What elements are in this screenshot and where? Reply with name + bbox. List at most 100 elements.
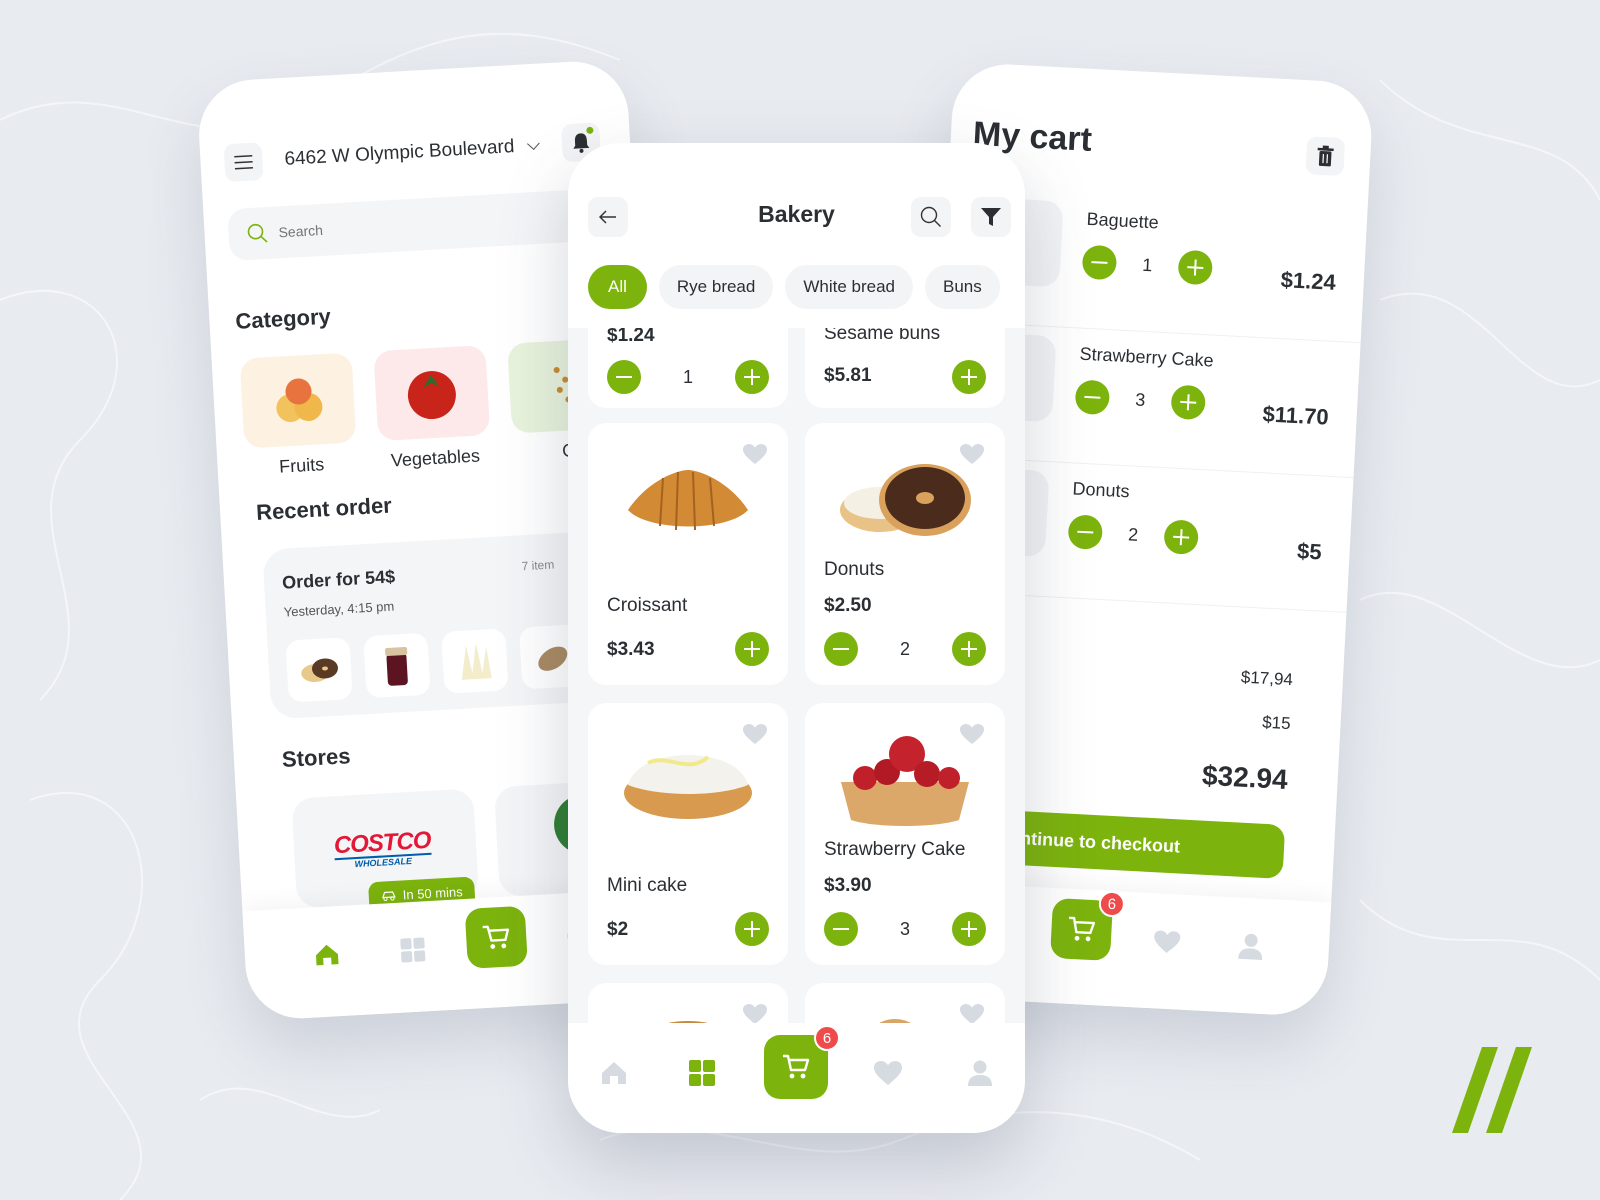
home-icon: [315, 944, 339, 966]
category-fruits[interactable]: [239, 352, 357, 449]
trash-icon: [1317, 145, 1334, 167]
decrease-button[interactable]: [1067, 514, 1104, 550]
tomato-image: [407, 371, 456, 420]
product-card[interactable]: Mini cake $2: [588, 703, 788, 965]
order-item-thumb: [441, 628, 509, 694]
nav-cart[interactable]: 6: [1049, 890, 1126, 962]
order-item-thumb: [285, 637, 353, 703]
quantity-stepper: 2: [1067, 514, 1200, 556]
category-label: Fruits: [278, 454, 325, 477]
chevron-down-icon[interactable]: [527, 136, 540, 150]
increase-button[interactable]: [734, 360, 769, 394]
heart-icon[interactable]: [742, 1003, 768, 1025]
brand-logo: [1452, 1047, 1532, 1133]
increase-button[interactable]: [951, 632, 986, 666]
add-button[interactable]: [952, 360, 986, 394]
product-card[interactable]: Donuts $2.50 2: [805, 423, 1005, 685]
nav-favorites[interactable]: [1146, 921, 1188, 963]
decrease-button[interactable]: [824, 632, 858, 666]
cart-item-name: Baguette: [1086, 208, 1160, 233]
jam-jar-image: [385, 646, 408, 686]
quantity-stepper: 1: [1081, 244, 1214, 286]
donuts-image: [825, 445, 985, 555]
add-button[interactable]: [735, 912, 769, 946]
chip-rye-bread[interactable]: Rye bread: [658, 265, 774, 309]
product-qty: 1: [682, 366, 693, 387]
order-item-count: 7 item: [521, 557, 555, 574]
product-price: $3.90: [824, 875, 872, 896]
product-price: $2.50: [824, 595, 872, 616]
hamburger-icon: [234, 154, 253, 170]
search-button[interactable]: [911, 197, 951, 237]
product-qty: 3: [899, 918, 910, 939]
cart-item-price: $1.24: [1280, 267, 1337, 295]
costco-logo: COSTCO WHOLESALE: [333, 827, 432, 871]
category-title: Category: [234, 303, 332, 334]
home-icon: [602, 1062, 626, 1084]
nav-profile[interactable]: [1230, 925, 1272, 967]
subtotal-value: $17,94: [1240, 667, 1294, 690]
product-card[interactable]: Strawberry Cake $3.90 3: [805, 703, 1005, 965]
store-card-costco[interactable]: COSTCO WHOLESALE In 50 mins: [291, 788, 480, 911]
increase-button[interactable]: [1177, 249, 1214, 286]
delivery-address[interactable]: 6462 W Olympic Boulevard: [284, 136, 515, 171]
clear-cart-button[interactable]: [1305, 136, 1346, 177]
category-chips: All Rye bread White bread Buns: [588, 265, 1000, 309]
heart-icon: [1154, 930, 1181, 953]
nav-favorites[interactable]: [868, 1053, 908, 1093]
menu-button[interactable]: [223, 142, 264, 183]
croissant-image: [608, 445, 768, 555]
nav-profile[interactable]: [960, 1053, 1000, 1093]
cart-item-name: Strawberry Cake: [1079, 343, 1215, 371]
cart-item-price: $5: [1296, 538, 1323, 565]
nav-home[interactable]: [594, 1053, 634, 1093]
cart-count-badge: 6: [1098, 890, 1126, 918]
heart-icon: [874, 1061, 902, 1085]
search-input[interactable]: [278, 214, 460, 241]
chip-white-bread[interactable]: White bread: [785, 265, 914, 309]
nav-home[interactable]: [306, 934, 348, 976]
search-icon: [920, 206, 941, 227]
stores-title: Stores: [281, 743, 352, 772]
chip-buns[interactable]: Buns: [925, 265, 1000, 309]
cart-item-price: $11.70: [1262, 401, 1330, 430]
increase-button[interactable]: [951, 912, 986, 946]
product-price: $1.24: [607, 325, 655, 346]
filter-button[interactable]: [971, 197, 1011, 237]
user-icon: [968, 1060, 992, 1086]
cart-icon: [482, 925, 510, 949]
decrease-button[interactable]: [1074, 379, 1111, 416]
page-title: Bakery: [758, 201, 835, 227]
cheese-image: [461, 642, 492, 680]
nav-categories[interactable]: [392, 929, 434, 971]
heart-icon[interactable]: [959, 1003, 985, 1025]
nav-cart[interactable]: [464, 905, 528, 969]
car-icon: [382, 891, 396, 902]
quantity-stepper: 3: [1074, 379, 1207, 421]
category-label: Vegetables: [390, 445, 481, 471]
add-button[interactable]: [735, 632, 769, 666]
delivery-value: $15: [1261, 712, 1292, 734]
quantity-stepper: 2: [824, 632, 986, 666]
decrease-button[interactable]: [824, 912, 858, 946]
decrease-button[interactable]: [1081, 244, 1118, 281]
product-card[interactable]: Croissant $3.43: [588, 423, 788, 685]
mini-cake-image: [608, 725, 768, 835]
increase-button[interactable]: [1163, 519, 1200, 556]
bottom-navigation: 6: [568, 1023, 1025, 1133]
order-item-thumb: [363, 632, 431, 699]
increase-button[interactable]: [1170, 384, 1207, 421]
decrease-button[interactable]: [607, 360, 641, 394]
nav-categories[interactable]: [682, 1053, 722, 1093]
total-value: $32.94: [1201, 759, 1289, 796]
product-name: Donuts: [824, 559, 885, 580]
product-name: Mini cake: [607, 875, 688, 896]
order-time: Yesterday, 4:15 pm: [283, 598, 395, 620]
grid-icon: [689, 1060, 715, 1086]
cart-item-name: Donuts: [1072, 478, 1131, 502]
chip-all[interactable]: All: [588, 265, 647, 309]
nav-cart[interactable]: 6: [764, 1025, 840, 1099]
cart-item-qty: 1: [1141, 254, 1153, 275]
category-vegetables[interactable]: [373, 345, 491, 442]
quantity-stepper: 3: [824, 912, 986, 946]
